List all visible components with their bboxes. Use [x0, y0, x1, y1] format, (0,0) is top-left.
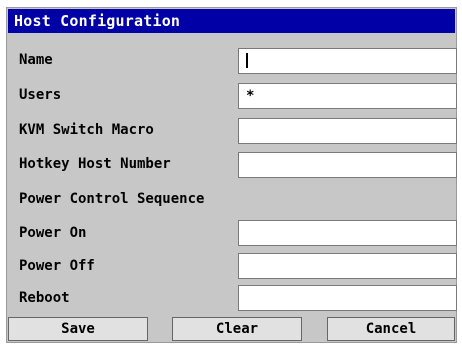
- kvm-switch-macro-label: KVM Switch Macro: [19, 122, 154, 138]
- reboot-label: Reboot: [19, 290, 70, 306]
- users-label: Users: [19, 87, 62, 103]
- name-field[interactable]: [238, 48, 457, 74]
- text-cursor: [246, 52, 248, 68]
- power-control-sequence-heading: Power Control Sequence: [19, 191, 205, 207]
- reboot-field[interactable]: [238, 285, 457, 311]
- hotkey-host-number-field[interactable]: [238, 152, 457, 178]
- power-off-label: Power Off: [19, 258, 95, 274]
- power-off-field[interactable]: [238, 253, 457, 279]
- power-on-field[interactable]: [238, 220, 457, 246]
- hotkey-host-number-label: Hotkey Host Number: [19, 156, 171, 172]
- host-configuration-dialog: Host Configuration Name Users * KVM Swit…: [6, 7, 457, 343]
- cancel-button[interactable]: Cancel: [327, 317, 455, 341]
- users-value: *: [246, 88, 255, 104]
- dialog-title: Host Configuration: [8, 9, 455, 33]
- name-label: Name: [19, 52, 53, 68]
- power-on-label: Power On: [19, 225, 87, 241]
- clear-button[interactable]: Clear: [172, 317, 302, 341]
- kvm-switch-macro-field[interactable]: [238, 118, 457, 144]
- save-button[interactable]: Save: [8, 317, 148, 341]
- users-field[interactable]: *: [238, 83, 457, 109]
